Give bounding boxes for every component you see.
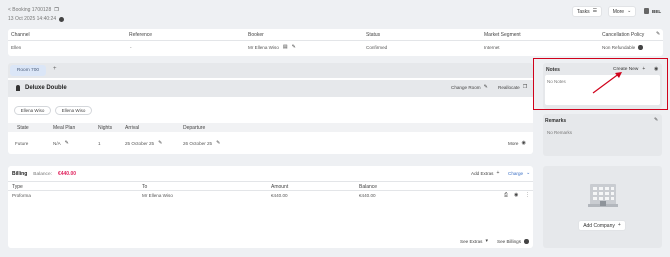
billing-to-value: Mr Ellena Wiso [142,193,173,198]
channel-value: Ellen [11,45,22,50]
col-reference: Reference [129,32,153,38]
cart-icon: ▾ [485,238,488,244]
col-arrival: Arrival [125,125,140,131]
tasks-button[interactable]: Tasks ☰ [572,6,602,17]
guest-pill-2[interactable]: Ellena Wiso [55,106,92,115]
edit-policy-icon[interactable]: ✎ [656,32,660,37]
booker-value: Mr Ellena Wiso ▤ ✎ [248,44,296,51]
back-link[interactable]: < Booking 1700128 ❐ [8,7,59,13]
list-icon: ☰ [592,8,598,14]
tab-room-700[interactable]: Room 700 [10,65,46,76]
see-billings-button[interactable]: See Billings [497,239,529,244]
col-booker: Booker [248,32,264,38]
add-company-button[interactable]: Add Company + [578,220,626,231]
kebab-menu-icon[interactable]: ⋮ [525,193,530,198]
billing-amount-value: €440.00 [271,193,288,198]
stay-table-header [8,123,533,132]
booking-summary: Channel Reference Booker Status Market S… [8,29,663,56]
print-icon[interactable]: ⎙ [504,193,508,198]
bed-icon [16,85,20,91]
chevron-down-icon: ⌄ [526,170,531,176]
add-extras-button[interactable]: Add Extras + [471,170,500,177]
meal-plan-value: N/A ✎ [53,140,69,147]
building-icon [588,184,618,207]
booking-title: < Booking 1700128 [8,7,52,13]
booking-datetime: 13 Oct 2025 14:40:24 [8,16,65,22]
billing-type-value: Proforma [12,193,31,198]
edit-booker-icon[interactable]: ✎ [292,45,296,50]
cancellation-policy-value: Non Refundable [602,45,643,50]
billing-balance-value: €440.00 [359,193,376,198]
copy-icon[interactable]: ❐ [54,7,58,13]
remarks-empty: No Remarks [547,130,573,135]
plus-icon: + [617,222,621,228]
reallocate-button[interactable]: Reallocate ❐ [498,84,528,91]
reference-value: - [130,45,132,50]
annotation-arrow [592,72,622,94]
col-meal-plan: Meal Plan [53,125,76,131]
calendar-icon [644,8,649,14]
add-room-tab[interactable]: + [53,66,57,72]
col-market-segment: Market Segment [484,32,521,38]
room-more-button[interactable]: More ◉ [508,140,526,147]
nights-value: 1 [98,141,101,146]
edit-departure-icon[interactable]: ✎ [216,141,220,146]
arrival-value: 25 October 25 ✎ [125,140,163,147]
info-icon [638,45,643,50]
col-departure: Departure [183,125,206,131]
room-tabs-bar [8,63,533,78]
guest-pill-1[interactable]: Ellena Wiso [14,106,51,115]
col-state: State [17,125,29,131]
col-status: Status [366,32,381,38]
see-extras-button[interactable]: See Extras ▾ [460,238,488,245]
billing-card [8,166,533,248]
card-icon[interactable]: ▤ [283,45,288,50]
info-icon [59,16,65,22]
charge-dropdown[interactable]: Charge ⌄ [508,170,531,177]
plus-icon: + [496,170,500,176]
col-cancellation-policy: Cancellation Policy [602,32,645,38]
edit-arrival-icon[interactable]: ✎ [158,141,162,146]
remarks-title: Remarks [545,118,567,124]
more-dropdown[interactable]: More ⌄ [608,6,636,17]
market-segment-value: Internet [484,45,500,50]
copy-icon: ❐ [522,84,528,90]
info-icon [524,239,529,244]
col-nights: Nights [98,125,113,131]
state-value: Future [15,141,29,146]
departure-value: 26 October 25 ✎ [183,140,221,147]
status-value: Confirmed [366,45,388,50]
billing-header: Billing Balance: €440.00 [12,171,77,177]
edit-icon: ✎ [483,84,488,90]
change-room-button[interactable]: Change Room ✎ [451,84,488,91]
col-channel: Channel [11,32,30,38]
user-menu[interactable]: BEL [644,8,661,14]
eye-icon: ◉ [521,140,526,146]
room-type: Deluxe Double [16,85,67,91]
eye-icon[interactable]: ◉ [514,193,518,198]
chevron-down-icon: ⌄ [627,8,632,14]
edit-meal-plan-icon[interactable]: ✎ [65,141,69,146]
balance-amount: €440.00 [57,171,77,177]
edit-remarks-icon[interactable]: ✎ [654,118,658,123]
